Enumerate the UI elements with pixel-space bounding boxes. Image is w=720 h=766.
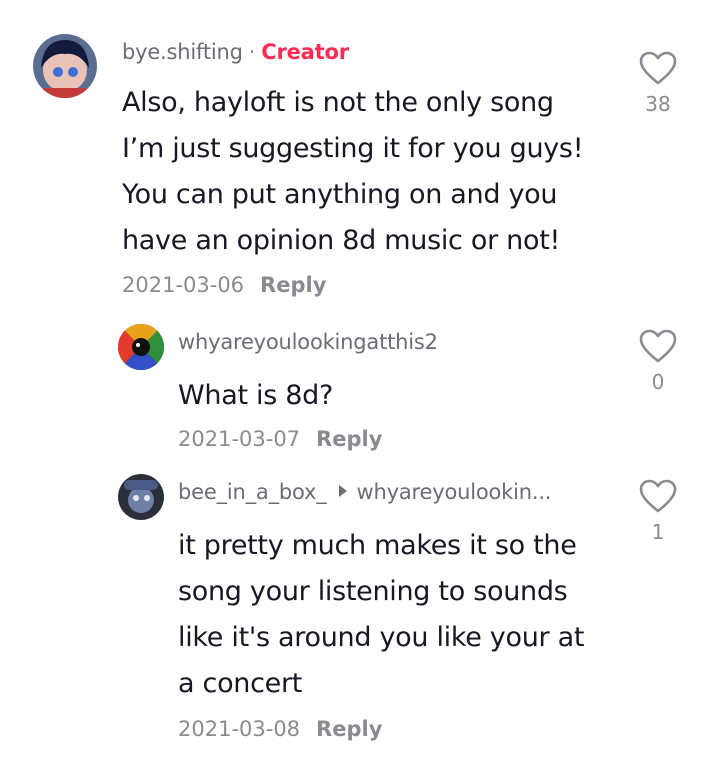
comment-text-line: like it's around you like your at (178, 622, 585, 653)
avatar[interactable] (33, 34, 97, 98)
comment-text-line: Also, hayloft is not the only song (122, 87, 554, 118)
separator-dot: · (248, 40, 256, 64)
play-triangle-icon (338, 485, 347, 497)
avatar[interactable] (118, 474, 164, 520)
comment-text: Also, hayloft is not the only song I’m j… (122, 80, 584, 264)
heart-outline-icon[interactable] (638, 478, 678, 514)
like-button[interactable]: 1 (633, 478, 683, 544)
reply-comment-item: bee_in_a_box_ whyareyoulookin... it prett… (0, 462, 720, 766)
reply-to-username[interactable]: whyareyoulookin... (357, 480, 552, 504)
like-count: 0 (651, 370, 665, 394)
like-button[interactable]: 0 (633, 328, 683, 394)
comment-text-line: song your listening to sounds (178, 576, 568, 607)
comment-text-line: I’m just suggesting it for you guys! (122, 133, 584, 164)
reply-button[interactable]: Reply (316, 717, 382, 741)
username[interactable]: bee_in_a_box_ (178, 480, 327, 504)
comment-date: 2021-03-06 (122, 273, 245, 297)
creator-badge: Creator (261, 40, 349, 64)
username[interactable]: whyareyoulookingatthis2 (178, 330, 438, 354)
comment-meta: 2021-03-07 Reply (178, 427, 382, 451)
comment-item: bye.shifting · Creator Also, hayloft is no… (0, 0, 720, 310)
comment-text-line: it pretty much makes it so the (178, 530, 577, 561)
comment-text-line: a concert (178, 668, 303, 699)
username[interactable]: bye.shifting (122, 40, 243, 64)
comment-header: bye.shifting · Creator (122, 40, 349, 64)
reply-comment-item: whyareyoulookingatthis2 What is 8d? 2021… (0, 310, 720, 470)
avatar[interactable] (118, 324, 164, 370)
comment-header: whyareyoulookingatthis2 (178, 330, 438, 354)
like-button[interactable]: 38 (633, 50, 683, 116)
comment-text: What is 8d? (178, 373, 333, 419)
comment-text-line: have an opinion 8d music or not! (122, 225, 561, 256)
comment-date: 2021-03-08 (178, 717, 301, 741)
comment-text-line: You can put anything on and you (122, 179, 558, 210)
comment-meta: 2021-03-08 Reply (178, 717, 382, 741)
reply-button[interactable]: Reply (260, 273, 326, 297)
comment-header: bee_in_a_box_ whyareyoulookin... (178, 480, 551, 504)
like-count: 38 (645, 92, 671, 116)
heart-outline-icon[interactable] (638, 50, 678, 86)
comment-text-line: What is 8d? (178, 380, 334, 411)
like-count: 1 (651, 520, 665, 544)
comment-date: 2021-03-07 (178, 427, 301, 451)
comment-text: it pretty much makes it so the song your… (178, 523, 584, 707)
comment-meta: 2021-03-06 Reply (122, 273, 326, 297)
heart-outline-icon[interactable] (638, 328, 678, 364)
reply-button[interactable]: Reply (316, 427, 382, 451)
